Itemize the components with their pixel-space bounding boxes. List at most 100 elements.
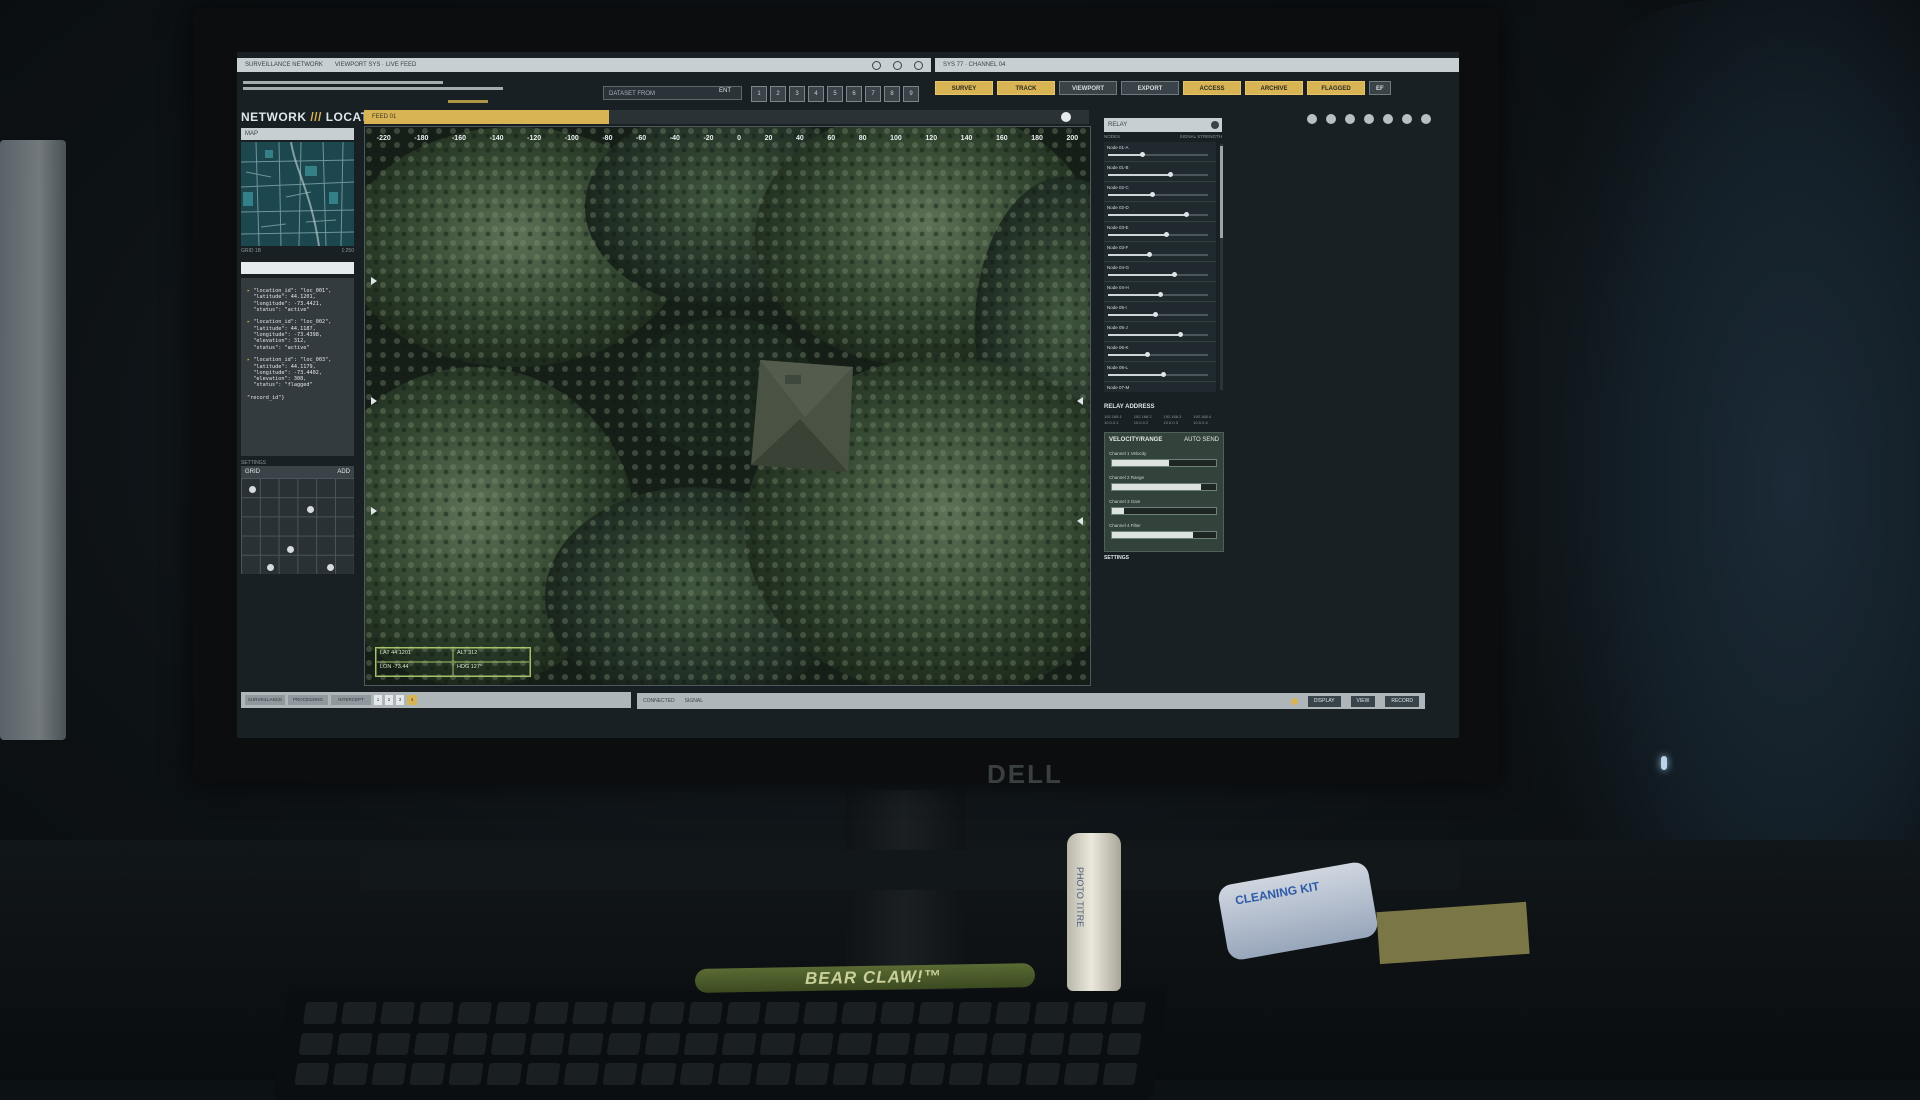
grid-point[interactable]: [307, 506, 314, 513]
channel-slider[interactable]: [1111, 483, 1217, 491]
keyboard-key: [909, 1063, 946, 1086]
node-row[interactable]: Node 01-B: [1104, 162, 1216, 182]
scrollbar-thumb[interactable]: [1220, 146, 1223, 238]
tab-survey[interactable]: SURVEY: [935, 81, 993, 95]
aerial-forest-image: [365, 127, 1090, 685]
signal-handle[interactable]: [1158, 292, 1163, 297]
location-json-view[interactable]: ▸ "location_id": "loc_001", "latitude": …: [241, 278, 354, 456]
node-row[interactable]: Node 01-A: [1104, 142, 1216, 162]
panel-knob-icon[interactable]: [1211, 121, 1219, 129]
node-row[interactable]: Node 06-L: [1104, 362, 1216, 382]
keyboard-key: [683, 1032, 719, 1055]
channel-slider[interactable]: [1111, 531, 1217, 539]
channel-button[interactable]: 3: [789, 86, 805, 102]
channel-button[interactable]: 1: [751, 86, 767, 102]
tab-ef[interactable]: EF: [1369, 81, 1391, 95]
channel-slider[interactable]: [1111, 459, 1217, 467]
signal-handle[interactable]: [1172, 272, 1177, 277]
keyboard-key: [456, 1002, 493, 1024]
signal-handle[interactable]: [1147, 252, 1152, 257]
node-row[interactable]: Node 03-E: [1104, 222, 1216, 242]
minimap[interactable]: [241, 142, 354, 246]
node-row[interactable]: Node 02-C: [1104, 182, 1216, 202]
record-button[interactable]: RECORD: [1385, 695, 1419, 707]
status-dot[interactable]: [1345, 114, 1355, 124]
node-row[interactable]: Node 05-I: [1104, 302, 1216, 322]
position-grid[interactable]: [241, 478, 354, 574]
signal-handle[interactable]: [1161, 372, 1166, 377]
channel-button[interactable]: 8: [884, 86, 900, 102]
code-line: "location_id": "loc_001",: [253, 288, 332, 294]
tab-track[interactable]: TRACK: [997, 81, 1055, 95]
signal-handle[interactable]: [1145, 352, 1150, 357]
keyboard-key: [486, 1063, 523, 1086]
channel-button[interactable]: 7: [865, 86, 881, 102]
signal-handle[interactable]: [1150, 192, 1155, 197]
status-dot[interactable]: [1383, 114, 1393, 124]
signal-status: SIGNAL: [684, 698, 704, 704]
grid-point[interactable]: [267, 564, 274, 571]
channel-button[interactable]: 9: [903, 86, 919, 102]
signal-handle[interactable]: [1178, 332, 1183, 337]
view-button[interactable]: VIEW: [1350, 695, 1376, 707]
channel-button[interactable]: 2: [770, 86, 786, 102]
keyboard-key: [990, 1032, 1027, 1055]
power-led[interactable]: [1661, 756, 1667, 770]
maximize-icon[interactable]: [893, 60, 902, 70]
signal-handle[interactable]: [1153, 312, 1158, 317]
signal-handle[interactable]: [1140, 152, 1145, 157]
channel-button[interactable]: 5: [827, 86, 843, 102]
mode-button[interactable]: PROCESSING: [288, 695, 328, 705]
tab-viewport[interactable]: VIEWPORT: [1059, 81, 1117, 95]
node-row[interactable]: Node 07-M: [1104, 382, 1216, 392]
signal-handle[interactable]: [1164, 232, 1169, 237]
keyboard-key: [529, 1032, 565, 1055]
display-button[interactable]: DISPLAY: [1307, 695, 1341, 707]
page-button[interactable]: 1: [374, 695, 382, 705]
minimize-icon[interactable]: [872, 60, 881, 70]
tab-export[interactable]: EXPORT: [1121, 81, 1179, 95]
channel-button[interactable]: 6: [846, 86, 862, 102]
node-row[interactable]: Node 04-H: [1104, 282, 1216, 302]
horizontal-ruler: -220 -180 -160 -140 -120 -100 -80 -60 -4…: [365, 127, 1090, 149]
tab-archive[interactable]: ARCHIVE: [1245, 81, 1303, 95]
node-row[interactable]: Node 05-J: [1104, 322, 1216, 342]
signal-handle[interactable]: [1184, 212, 1189, 217]
close-icon[interactable]: [914, 60, 923, 70]
node-row[interactable]: Node 06-K: [1104, 342, 1216, 362]
keyboard-key: [1106, 1032, 1142, 1055]
aerial-viewport[interactable]: -220 -180 -160 -140 -120 -100 -80 -60 -4…: [364, 126, 1091, 686]
signal-handle[interactable]: [1168, 172, 1173, 177]
status-dot[interactable]: [1326, 114, 1336, 124]
coord-lat: LAT 44.1201: [376, 648, 453, 662]
page-button[interactable]: 2: [385, 695, 393, 705]
channel-slider[interactable]: [1111, 507, 1217, 515]
code-line: "location_id": "loc_002",: [253, 319, 332, 326]
node-row[interactable]: Node 02-D: [1104, 202, 1216, 222]
node-row[interactable]: Node 04-G: [1104, 262, 1216, 282]
tab-access[interactable]: ACCESS: [1183, 81, 1241, 95]
channel-button[interactable]: 4: [808, 86, 824, 102]
status-indicator-icon: [1290, 697, 1298, 705]
node-list-scrollbar[interactable]: [1220, 144, 1223, 390]
grid-point[interactable]: [249, 486, 256, 493]
node-row[interactable]: Node 03-F: [1104, 242, 1216, 262]
status-dot[interactable]: [1402, 114, 1412, 124]
auto-send-toggle[interactable]: AUTO SEND: [1184, 437, 1219, 443]
viewport-tab[interactable]: FEED 01: [364, 110, 609, 124]
search-button[interactable]: ENT: [719, 88, 731, 94]
velocity-title: VELOCITY/RANGE: [1109, 437, 1163, 443]
viewport-toggle[interactable]: [1061, 112, 1071, 122]
grid-point[interactable]: [327, 564, 334, 571]
status-dot[interactable]: [1364, 114, 1374, 124]
keyboard-key: [563, 1063, 600, 1086]
status-dot[interactable]: [1421, 114, 1431, 124]
mode-button[interactable]: SURVEILLANCE: [245, 695, 285, 705]
status-dot[interactable]: [1307, 114, 1317, 124]
tab-flagged[interactable]: FLAGGED: [1307, 81, 1365, 95]
page-button[interactable]: 4: [407, 695, 417, 705]
signal-fill: [1108, 314, 1155, 316]
mode-button[interactable]: INTERCEPT: [331, 695, 371, 705]
grid-point[interactable]: [287, 546, 294, 553]
page-button[interactable]: 3: [396, 695, 404, 705]
